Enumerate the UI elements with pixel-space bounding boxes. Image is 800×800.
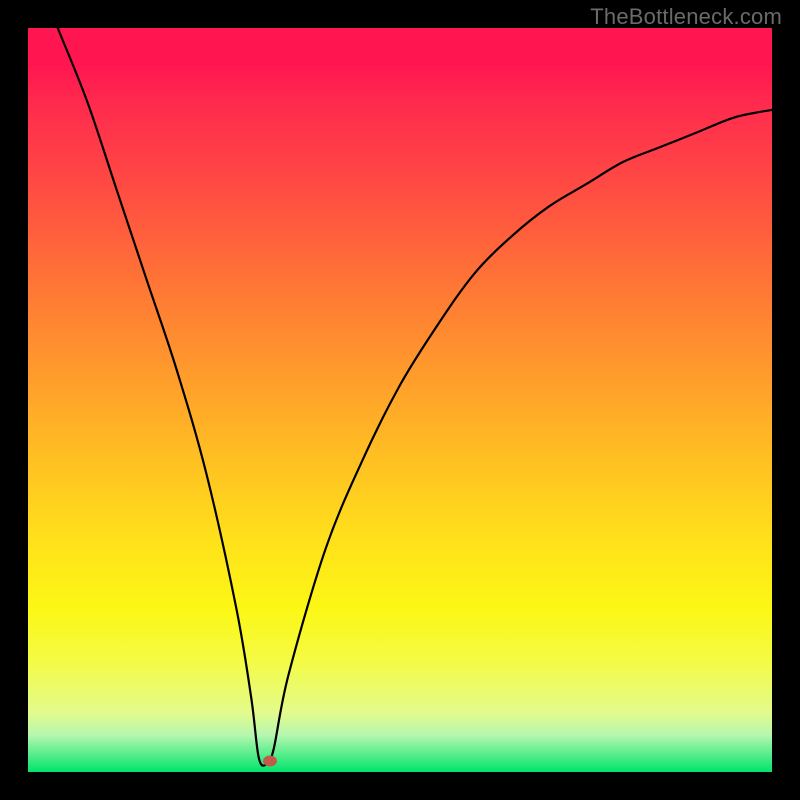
watermark-text: TheBottleneck.com [590, 4, 782, 30]
bottleneck-curve [28, 28, 772, 766]
plot-area [28, 28, 772, 772]
minimum-marker [263, 755, 277, 766]
curve-svg [28, 28, 772, 772]
chart-frame: TheBottleneck.com [0, 0, 800, 800]
